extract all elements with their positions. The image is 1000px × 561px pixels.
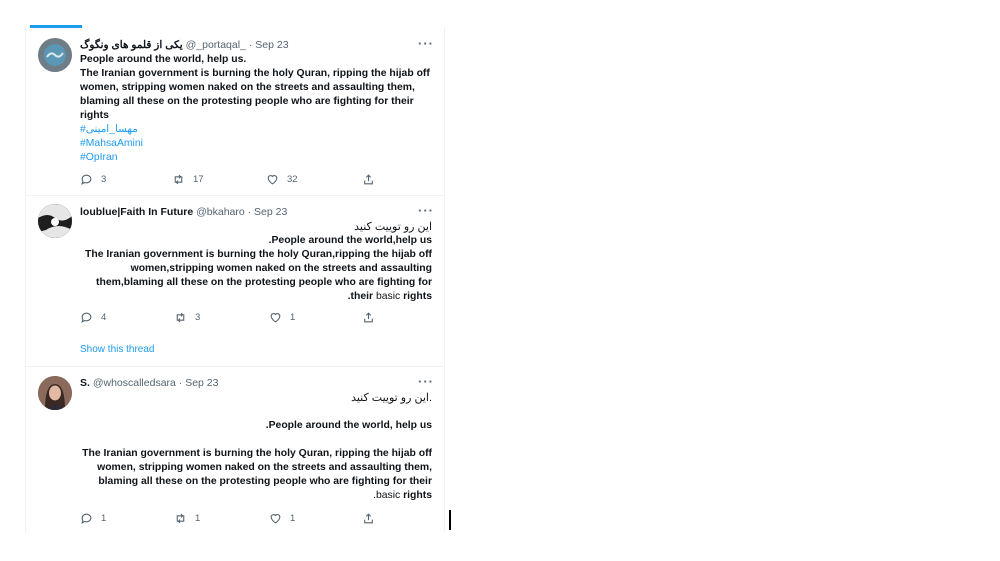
like-count: 1: [290, 312, 296, 323]
retweet-button[interactable]: 1: [174, 512, 200, 525]
hashtag-link[interactable]: #مهسا_امینی: [80, 123, 432, 137]
reply-button[interactable]: 3: [80, 173, 106, 186]
like-count: 1: [290, 513, 296, 524]
avatar[interactable]: [38, 204, 72, 238]
tweet-actions: 4 3 1: [80, 311, 380, 327]
more-options-button[interactable]: ···: [418, 36, 434, 51]
author-handle[interactable]: @bkaharo: [196, 206, 245, 218]
tweet[interactable]: loublue|Faith In Future @bkaharo · Sep 2…: [25, 203, 444, 364]
tweet[interactable]: یکی از قلمو های ونگوگ @_portaqal_ · Sep …: [25, 36, 444, 194]
share-button[interactable]: [362, 512, 375, 525]
reply-icon: [81, 174, 92, 185]
tweet-date[interactable]: · Sep 23: [248, 206, 288, 218]
share-button[interactable]: [362, 173, 375, 186]
share-icon: [364, 312, 373, 323]
tweet-word: basic: [375, 291, 401, 302]
avatar[interactable]: [38, 376, 72, 410]
tweet-line: .People around the world,help us: [268, 235, 432, 246]
tweet-actions: 1 1 1: [80, 512, 380, 528]
more-options-button[interactable]: ···: [418, 203, 434, 218]
tweet-line: women,stripping women naked on the stree…: [130, 263, 432, 274]
tweet-word: .their: [347, 291, 374, 302]
like-count: 32: [287, 174, 298, 185]
author-name[interactable]: S.: [80, 377, 90, 389]
reply-button[interactable]: 4: [80, 311, 106, 324]
heart-icon: [270, 313, 281, 323]
heart-icon: [267, 175, 278, 185]
retweet-icon: [176, 513, 185, 524]
avatar[interactable]: [38, 38, 72, 72]
reply-icon: [81, 513, 92, 524]
retweet-button[interactable]: 3: [174, 311, 200, 324]
tweet-line: The Iranian government is burning the ho…: [82, 448, 432, 459]
tweet-line: rights: [80, 110, 109, 121]
reply-count: 3: [101, 174, 107, 185]
tweet-line: People around the world, help us.: [80, 54, 247, 65]
tweet-text: این رو توییت کنید. .People around the wo…: [80, 391, 432, 503]
tweet-text: این رو توییت کنید .People around the wor…: [80, 220, 432, 304]
author-name[interactable]: loublue|Faith In Future: [80, 206, 193, 218]
hashtag-link[interactable]: #MahsaAmini: [80, 137, 432, 151]
tweet-line: blaming all these on the protesting peop…: [80, 96, 414, 107]
tweet-line: them,blaming all these on the protesting…: [96, 277, 432, 288]
tweet-line: women, stripping women naked on the stre…: [97, 462, 432, 473]
retweet-count: 1: [195, 513, 201, 524]
tweet-date[interactable]: · Sep 23: [179, 377, 219, 389]
retweet-button[interactable]: 17: [172, 173, 204, 186]
show-thread-link[interactable]: Show this thread: [80, 344, 155, 355]
tweet-text: People around the world, help us. The Ir…: [80, 53, 432, 165]
tweet-actions: 3 17 32: [80, 173, 380, 189]
tweet-word: rights: [403, 291, 432, 302]
reply-button[interactable]: 1: [80, 512, 106, 525]
tweet-divider: [25, 366, 444, 367]
like-button[interactable]: 32: [266, 173, 298, 186]
tweet-word: .basic: [373, 490, 401, 501]
retweet-count: 3: [195, 312, 201, 323]
tweet-line: The Iranian government is burning the ho…: [80, 68, 430, 79]
share-icon: [364, 174, 373, 185]
retweet-icon: [174, 174, 183, 185]
tweet-line: women, stripping women naked on the stre…: [80, 82, 415, 93]
tweet-line: blaming all these on the protesting peop…: [98, 476, 432, 487]
more-options-button[interactable]: ···: [418, 374, 434, 389]
tweet-line: این رو توییت کنید.: [351, 392, 432, 404]
tweet-date[interactable]: · Sep 23: [249, 39, 289, 51]
heart-icon: [270, 514, 281, 524]
reply-count: 4: [101, 312, 107, 323]
reply-icon: [81, 312, 92, 323]
text-cursor: [449, 510, 451, 530]
tweet-line: این رو توییت کنید: [354, 221, 432, 233]
share-button[interactable]: [362, 311, 375, 324]
author-handle[interactable]: @_portaqal_: [186, 39, 246, 51]
reply-count: 1: [101, 513, 107, 524]
author-handle[interactable]: @whoscalledsara: [93, 377, 176, 389]
retweet-count: 17: [193, 174, 204, 185]
share-icon: [364, 513, 373, 524]
tweet-divider: [25, 195, 444, 196]
like-button[interactable]: 1: [269, 512, 295, 525]
like-button[interactable]: 1: [269, 311, 295, 324]
tweet-line: .People around the world, help us: [265, 420, 432, 431]
tweet[interactable]: S. @whoscalledsara · Sep 23 ··· این رو ت…: [25, 374, 444, 530]
tweet-line: The Iranian government is burning the ho…: [85, 249, 432, 260]
tweet-word: rights: [403, 490, 432, 501]
retweet-icon: [176, 312, 185, 323]
author-name[interactable]: یکی از قلمو های ونگوگ: [80, 39, 183, 51]
hashtag-link[interactable]: #OpIran: [80, 151, 432, 165]
